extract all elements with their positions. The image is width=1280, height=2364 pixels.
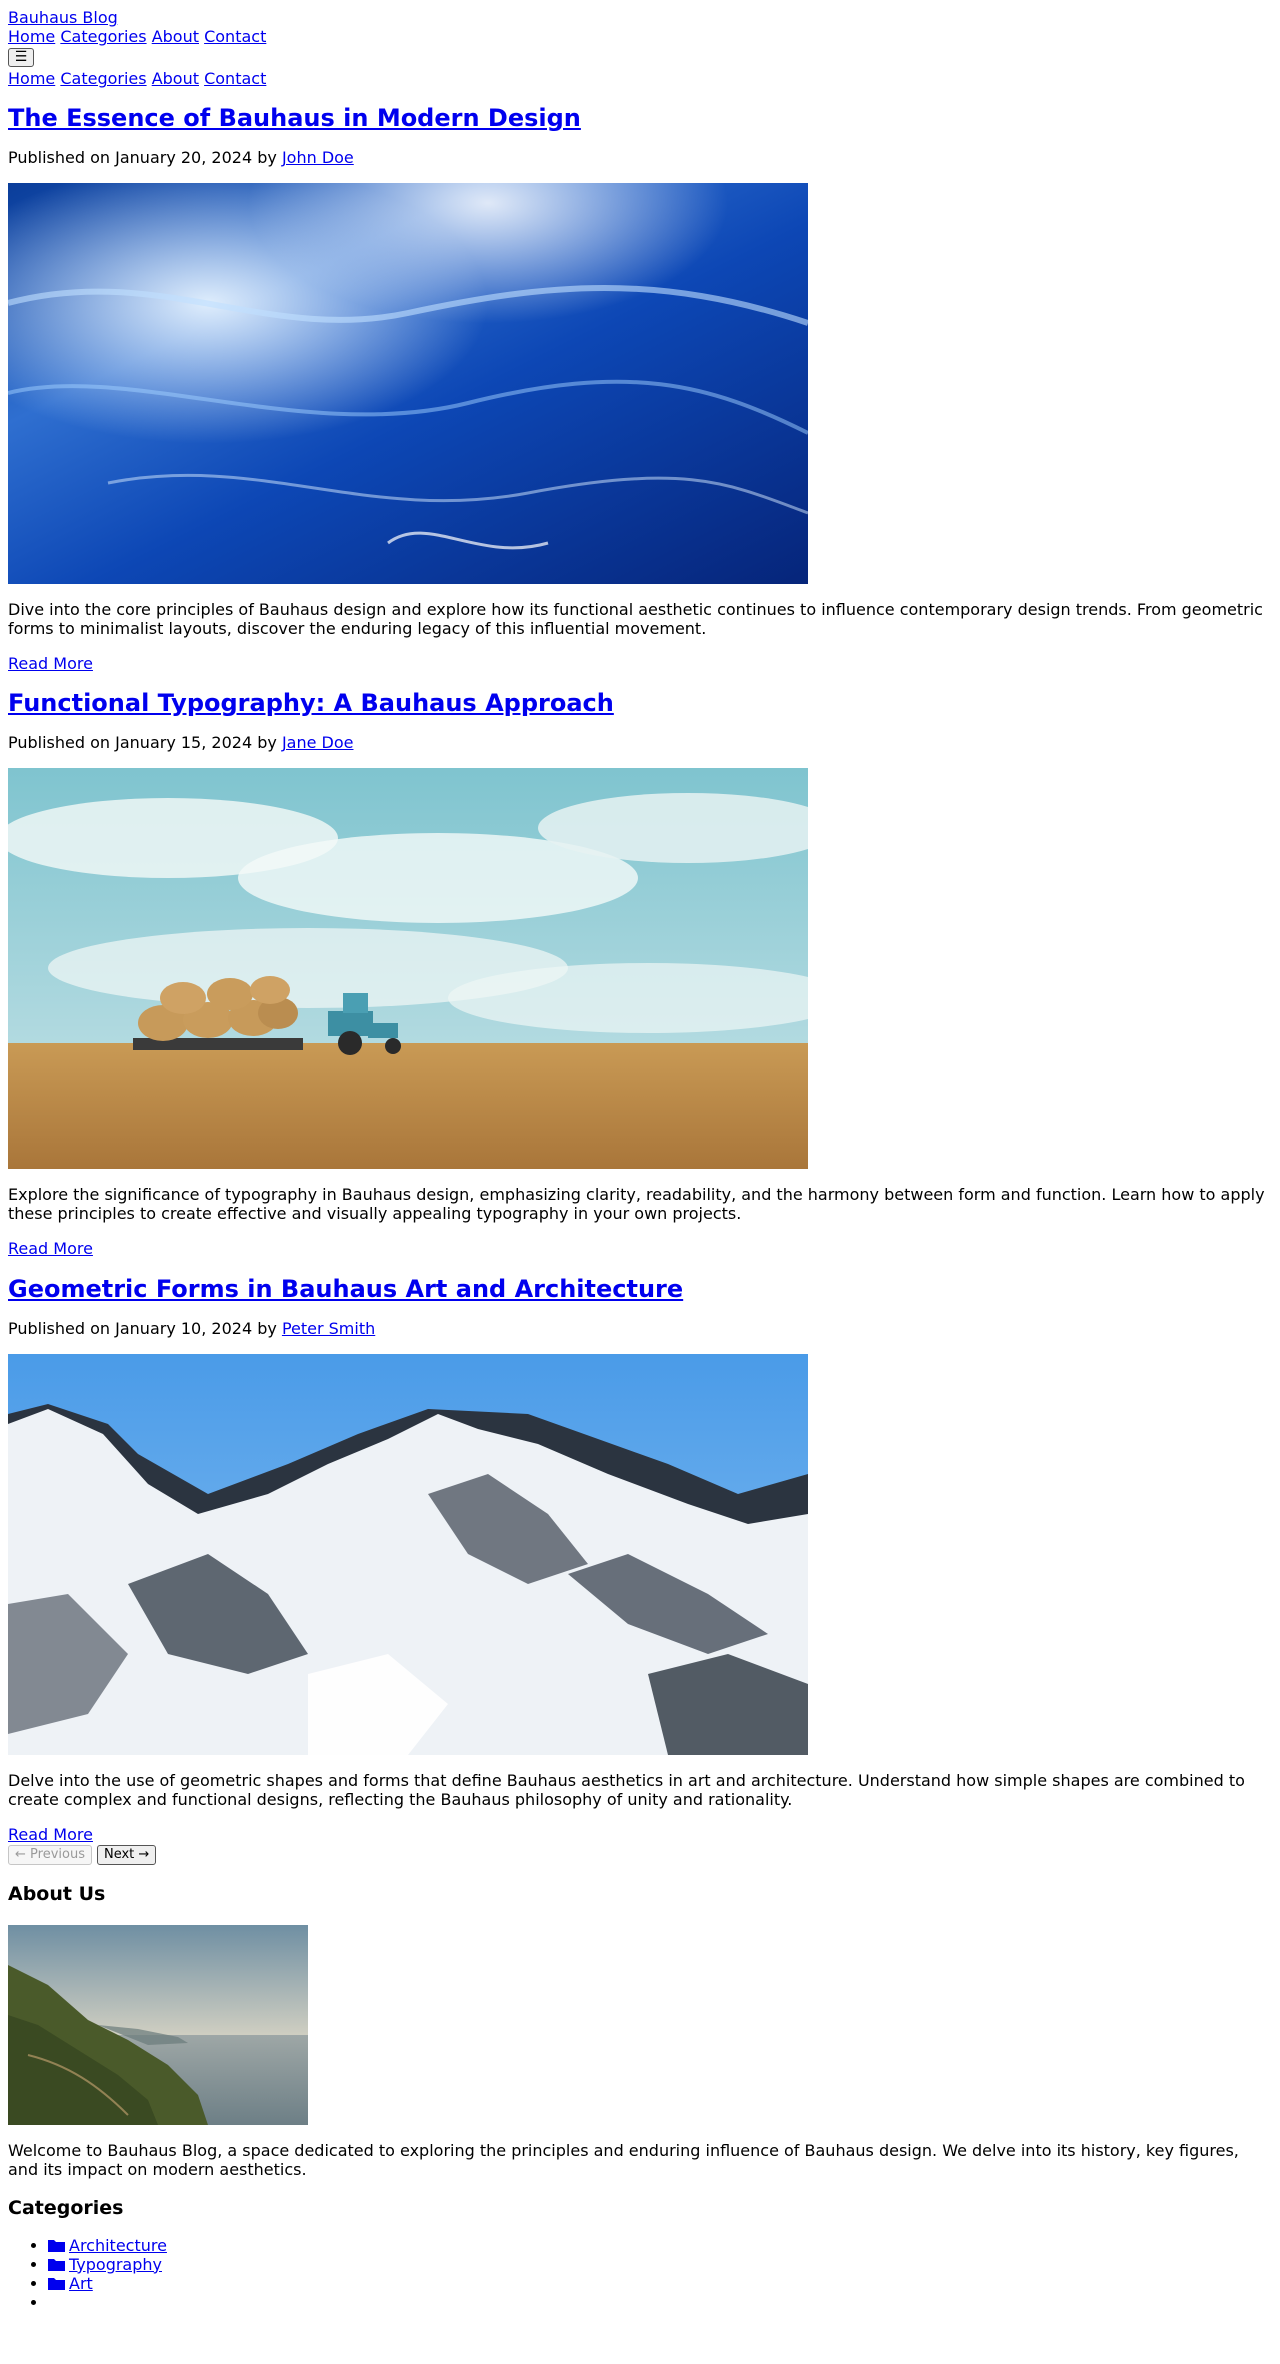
post-title-link[interactable]: The Essence of Bauhaus in Modern Design [8, 104, 581, 132]
read-more-link[interactable]: Read More [8, 1239, 93, 1258]
about-heading: About Us [8, 1882, 106, 1905]
pagination: ← Previous Next → [8, 1844, 1272, 1865]
blog-post: Functional Typography: A Bauhaus Approac… [8, 689, 1272, 1258]
categories-list: Architecture Typography Art [8, 2236, 1272, 2312]
post-excerpt: Delve into the use of geometric shapes a… [8, 1770, 1245, 1809]
list-item-empty [48, 2293, 1272, 2312]
post-title: Functional Typography: A Bauhaus Approac… [8, 689, 1272, 717]
post-author-link[interactable]: Jane Doe [282, 733, 354, 752]
list-item: Architecture [48, 2236, 1272, 2255]
mobile-nav: Home Categories About Contact [8, 69, 1272, 88]
folder-icon [48, 2258, 65, 2271]
post-image-snowy-mountains [8, 1353, 808, 1755]
post-excerpt: Dive into the core principles of Bauhaus… [8, 600, 1263, 639]
post-title-link[interactable]: Geometric Forms in Bauhaus Art and Archi… [8, 1275, 683, 1303]
post-title-link[interactable]: Functional Typography: A Bauhaus Approac… [8, 689, 614, 717]
list-item: Art [48, 2274, 1272, 2293]
read-more-link[interactable]: Read More [8, 654, 93, 673]
list-item: Typography [48, 2255, 1272, 2274]
folder-icon [48, 2239, 65, 2252]
mobile-nav-link-contact[interactable]: Contact [204, 69, 266, 88]
categories-section: Categories Architecture Typography [8, 2197, 1272, 2312]
nav-link-contact[interactable]: Contact [204, 27, 266, 46]
mobile-nav-link-about[interactable]: About [152, 69, 199, 88]
folder-icon [48, 2277, 65, 2290]
category-label: Typography [69, 2254, 162, 2274]
post-date-text: Published on January 20, 2024 by [8, 148, 277, 168]
site-header: Bauhaus Blog Home Categories About Conta… [8, 0, 1272, 88]
category-link-typography[interactable]: Typography [48, 2255, 162, 2274]
category-link-art[interactable]: Art [48, 2274, 93, 2293]
site-brand-link[interactable]: Bauhaus Blog [8, 8, 118, 27]
about-text: Welcome to Bauhaus Blog, a space dedicat… [8, 2140, 1239, 2179]
nav-link-about[interactable]: About [152, 27, 199, 46]
post-author-link[interactable]: John Doe [282, 148, 354, 167]
post-date-text: Published on January 10, 2024 by [8, 1318, 277, 1338]
next-page-button[interactable]: Next → [96, 1844, 157, 1865]
mobile-nav-link-home[interactable]: Home [8, 69, 55, 88]
about-image-coastal-cliffs [8, 1924, 308, 2125]
post-image-tractor-hay-field [8, 768, 808, 1170]
post-title: The Essence of Bauhaus in Modern Design [8, 104, 1272, 132]
post-meta: Published on January 20, 2024 by John Do… [8, 148, 1272, 167]
nav-link-categories[interactable]: Categories [60, 27, 146, 46]
post-title: Geometric Forms in Bauhaus Art and Archi… [8, 1275, 1272, 1303]
read-more-link[interactable]: Read More [8, 1825, 93, 1844]
mobile-nav-link-categories[interactable]: Categories [60, 69, 146, 88]
blog-post: The Essence of Bauhaus in Modern Design … [8, 104, 1272, 673]
menu-toggle-button[interactable]: ☰ [8, 48, 34, 68]
post-author-link[interactable]: Peter Smith [282, 1319, 375, 1338]
post-meta: Published on January 10, 2024 by Peter S… [8, 1319, 1272, 1338]
blog-post: Geometric Forms in Bauhaus Art and Archi… [8, 1275, 1272, 1844]
post-date-text: Published on January 15, 2024 by [8, 733, 277, 753]
category-label: Art [69, 2273, 93, 2293]
post-image-ocean-waves [8, 183, 808, 585]
category-label: Architecture [69, 2235, 167, 2255]
previous-page-button[interactable]: ← Previous [8, 1844, 92, 1865]
about-section: About Us Welcome to Bauhaus Blog, a spac… [8, 1883, 1272, 2179]
category-link-architecture[interactable]: Architecture [48, 2236, 167, 2255]
page: Bauhaus Blog Home Categories About Conta… [0, 0, 1280, 2312]
post-meta: Published on January 15, 2024 by Jane Do… [8, 733, 1272, 752]
categories-heading: Categories [8, 2196, 124, 2219]
top-nav: Home Categories About Contact [8, 27, 1272, 46]
post-excerpt: Explore the significance of typography i… [8, 1185, 1265, 1224]
nav-link-home[interactable]: Home [8, 27, 55, 46]
